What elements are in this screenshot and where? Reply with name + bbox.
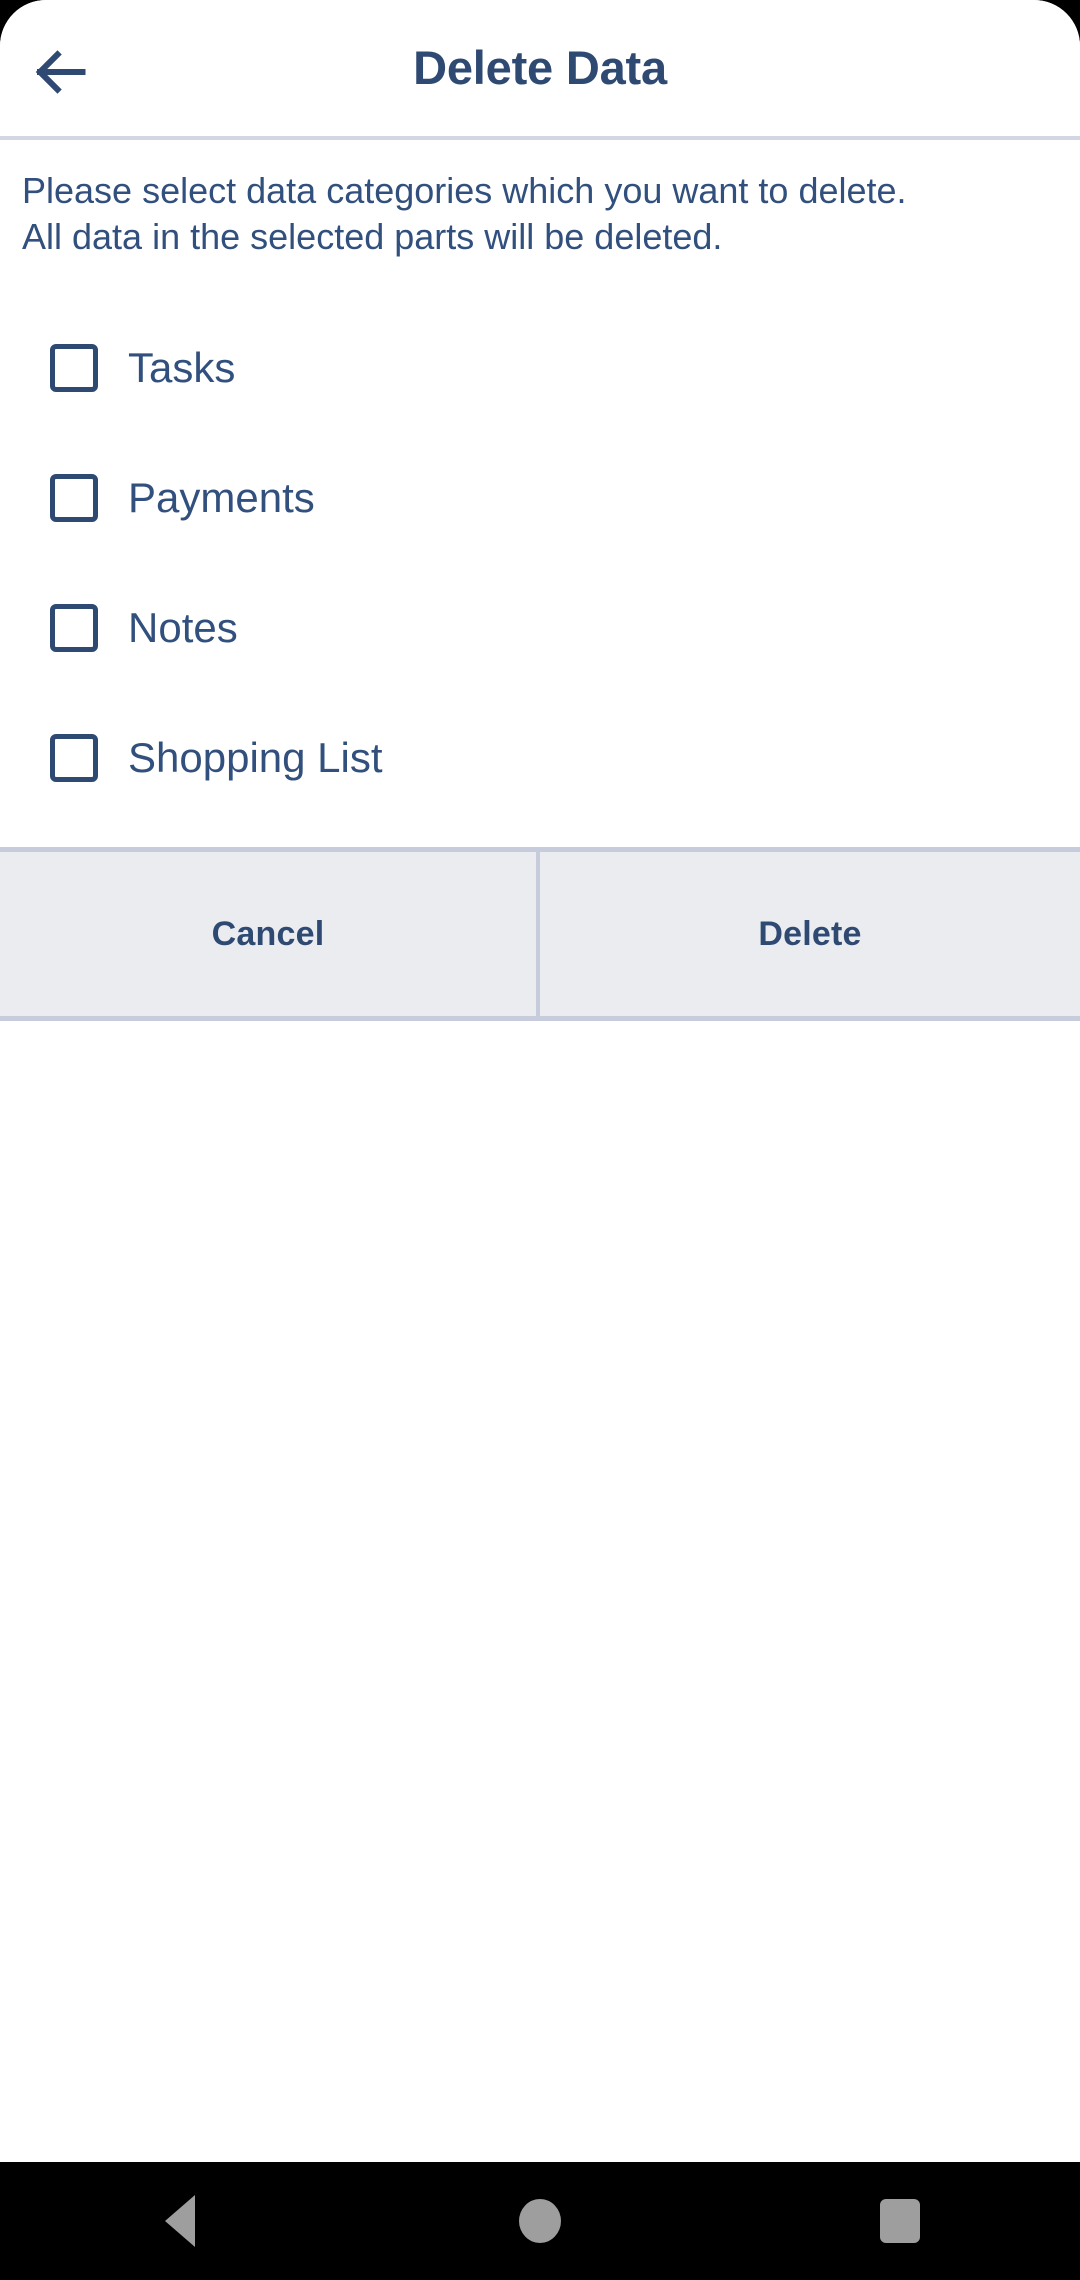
category-row-tasks[interactable]: Tasks bbox=[0, 303, 1080, 433]
nav-recents-button[interactable] bbox=[810, 2162, 990, 2280]
delete-button[interactable]: Delete bbox=[540, 852, 1080, 1017]
page-title: Delete Data bbox=[413, 40, 667, 94]
category-label: Payments bbox=[128, 474, 315, 522]
checkbox-payments[interactable] bbox=[50, 474, 98, 523]
category-row-notes[interactable]: Notes bbox=[0, 563, 1080, 693]
app-surface: Delete Data Please select data categorie… bbox=[0, 0, 1080, 2162]
checkbox-tasks[interactable] bbox=[50, 344, 98, 393]
category-label: Tasks bbox=[128, 344, 236, 392]
arrow-left-icon bbox=[30, 42, 90, 102]
circle-home-icon bbox=[519, 2199, 561, 2243]
category-row-payments[interactable]: Payments bbox=[0, 433, 1080, 563]
category-list: Tasks Payments Notes Shopping List bbox=[0, 259, 1080, 823]
description-line-1: Please select data categories which you … bbox=[22, 170, 907, 211]
checkbox-shopping-list[interactable] bbox=[50, 734, 98, 783]
category-label: Notes bbox=[128, 604, 238, 652]
action-bar: Cancel Delete bbox=[0, 847, 1080, 1022]
nav-home-button[interactable] bbox=[450, 2162, 630, 2280]
android-navigation-bar bbox=[0, 2162, 1080, 2280]
description-line-2: All data in the selected parts will be d… bbox=[22, 215, 723, 257]
category-row-shopping-list[interactable]: Shopping List bbox=[0, 693, 1080, 823]
triangle-back-icon bbox=[165, 2195, 195, 2247]
description-text: Please select data categories which you … bbox=[0, 140, 1080, 259]
cancel-button[interactable]: Cancel bbox=[0, 852, 540, 1017]
back-button[interactable] bbox=[12, 24, 108, 120]
category-label: Shopping List bbox=[128, 734, 383, 782]
app-bar: Delete Data bbox=[0, 0, 1080, 140]
nav-back-button[interactable] bbox=[90, 2162, 270, 2280]
square-recents-icon bbox=[880, 2199, 920, 2243]
checkbox-notes[interactable] bbox=[50, 604, 98, 653]
phone-frame: Delete Data Please select data categorie… bbox=[0, 0, 1080, 2280]
